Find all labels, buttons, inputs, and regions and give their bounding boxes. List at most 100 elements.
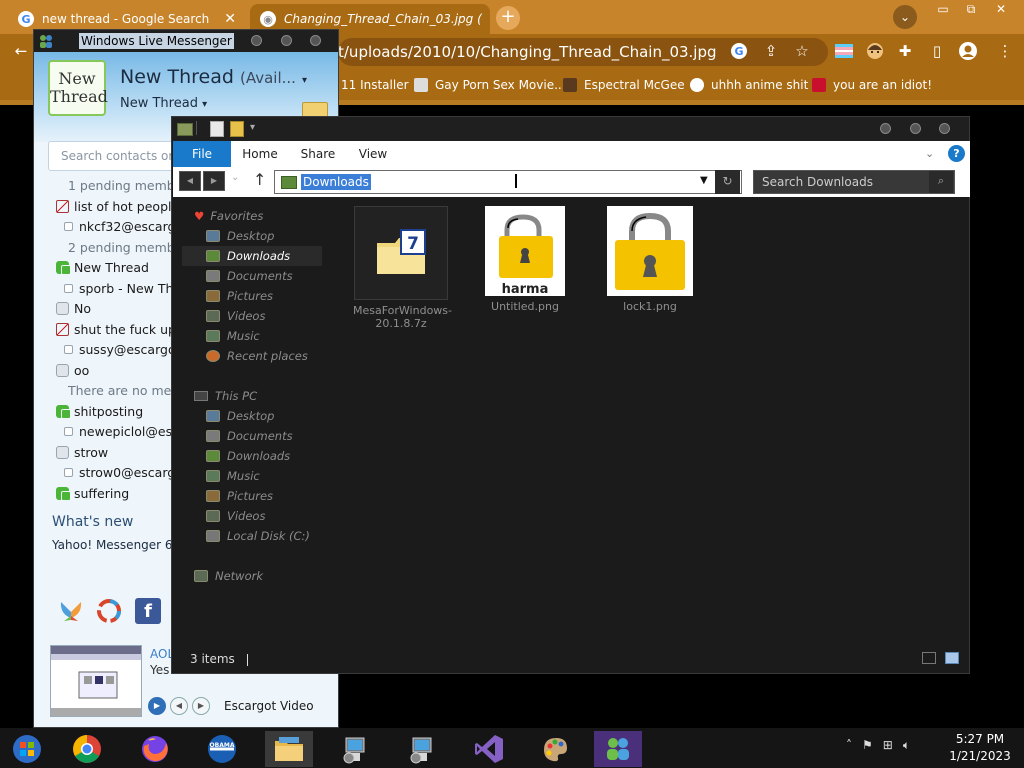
close-tab-icon[interactable]: ✕ [214, 11, 236, 27]
nav-item-videos[interactable]: Videos [206, 306, 265, 326]
installer2-icon[interactable] [398, 731, 446, 767]
back-button[interactable]: ◀ [179, 171, 201, 191]
next-icon[interactable]: ▶ [192, 697, 210, 715]
previous-icon[interactable]: ◀ [170, 697, 188, 715]
close-tab-icon[interactable]: ✕ [482, 11, 490, 27]
maximize-button[interactable] [910, 123, 921, 134]
extensions-puzzle-icon[interactable]: ✚ [894, 40, 916, 62]
up-button[interactable]: ↑ [253, 170, 266, 189]
refresh-button[interactable]: ↻ [715, 170, 740, 194]
file-item-lock1[interactable]: lock1.png [602, 206, 698, 313]
bookmark-anime[interactable]: uhhh anime shit [690, 76, 808, 94]
clock[interactable]: 5:27 PM 1/21/2023 [936, 731, 1024, 765]
msn-butterfly-icon[interactable] [58, 598, 84, 624]
recent-locations-icon[interactable]: ⌄ [231, 172, 239, 183]
tab-file[interactable]: File [173, 141, 231, 167]
nav-item-desktop[interactable]: Desktop [206, 226, 274, 246]
messenger-taskbar-icon[interactable] [594, 731, 642, 767]
messenger-titlebar[interactable]: Windows Live Messenger [34, 30, 338, 52]
start-icon[interactable] [3, 731, 51, 767]
bookmark-movie[interactable]: Gay Porn Sex Movie... [414, 76, 566, 94]
visual-studio-icon[interactable] [465, 731, 513, 767]
address-input[interactable]: Downloads ▼ ↻ [274, 170, 742, 194]
explorer-titlebar[interactable]: ▾ [172, 117, 969, 141]
nav-network[interactable]: Network [194, 566, 263, 586]
show-hidden-icons-icon[interactable]: ˄ [846, 738, 852, 753]
bookmark-label: 11 Installer [341, 78, 409, 92]
large-icons-view-icon[interactable] [945, 652, 959, 664]
tab-search-button[interactable]: ⌄ [893, 5, 917, 29]
nav-item-recent-places[interactable]: Recent places [206, 346, 308, 366]
explorer-icon[interactable] [265, 731, 313, 767]
help-icon[interactable]: ? [948, 145, 965, 162]
close-button[interactable] [310, 35, 321, 46]
chrome-icon[interactable] [63, 731, 111, 767]
customize-toolbar-icon[interactable]: ▾ [250, 122, 255, 133]
escargot-icon[interactable] [96, 598, 122, 624]
facebook-icon[interactable]: f [135, 598, 161, 624]
network-icon[interactable]: ⊞ [883, 738, 893, 753]
close-button[interactable] [939, 123, 950, 134]
minimize-button[interactable] [251, 35, 262, 46]
side-panel-icon[interactable]: ▯ [926, 40, 948, 62]
play-icon[interactable]: ▶ [148, 697, 166, 715]
search-input[interactable]: Search Downloads [753, 170, 955, 194]
bookmark-espectral[interactable]: Espectral McGee [563, 76, 685, 94]
nav-item-documents[interactable]: Documents [206, 426, 293, 446]
nav-item-downloads[interactable]: Downloads [206, 446, 290, 466]
properties-icon[interactable] [210, 121, 224, 137]
face-extension-icon[interactable] [864, 40, 886, 62]
paint-icon[interactable] [531, 731, 579, 767]
bookmark-idiot[interactable]: you are an idiot! [812, 76, 932, 94]
tab-home[interactable]: Home [237, 141, 283, 167]
firefox-icon[interactable] [131, 731, 179, 767]
aol-thumbnail[interactable] [50, 645, 142, 717]
flag-icon[interactable]: ⚑ [862, 738, 873, 753]
file-item-untitled[interactable]: harma Untitled.png [477, 206, 573, 313]
avatar[interactable]: New Thread [48, 60, 108, 116]
video-label[interactable]: Escargot Video [224, 699, 314, 713]
bookmark-installer[interactable]: 11 Installer [341, 76, 409, 94]
details-view-icon[interactable] [922, 652, 936, 664]
nav-item-music[interactable]: Music [206, 466, 260, 486]
contact-label: No [74, 301, 91, 316]
nav-item-videos[interactable]: Videos [206, 506, 265, 526]
nav-item-pictures[interactable]: Pictures [206, 286, 273, 306]
minimize-button[interactable]: ▭ [928, 0, 958, 18]
close-button[interactable]: ✕ [986, 0, 1016, 18]
address-dropdown-icon[interactable]: ▼ [700, 175, 708, 186]
forward-button[interactable]: ▶ [203, 171, 225, 191]
tab-share[interactable]: Share [293, 141, 343, 167]
display-name[interactable]: New Thread (Avail... ▾ [120, 66, 307, 88]
personal-message[interactable]: New Thread ▾ [120, 96, 207, 111]
menu-kebab-icon[interactable]: ⋮ [994, 40, 1016, 62]
new-folder-icon[interactable] [230, 121, 244, 137]
nav-item-documents[interactable]: Documents [206, 266, 293, 286]
nav-item-local-disk-c[interactable]: Local Disk (C:) [206, 526, 310, 546]
restore-button[interactable]: ⧉ [956, 0, 986, 18]
nav-item-desktop[interactable]: Desktop [206, 406, 274, 426]
installer-icon[interactable] [331, 731, 379, 767]
pride-flag-extension-icon[interactable] [833, 40, 855, 62]
opera-icon[interactable]: OBAMA [198, 731, 246, 767]
address-bar[interactable]: t/uploads/2010/10/Changing_Thread_Chain_… [338, 38, 828, 66]
nav-item-music[interactable]: Music [206, 326, 260, 346]
new-tab-button[interactable]: + [496, 6, 520, 30]
nav-favorites[interactable]: ♥ Favorites [194, 206, 263, 226]
expand-ribbon-icon[interactable]: ⌄ [925, 147, 934, 160]
file-item-mesa[interactable]: 7 MesaForWindows-20.1.8.7z [353, 206, 452, 330]
google-lens-icon[interactable]: G [728, 40, 750, 62]
maximize-button[interactable] [281, 35, 292, 46]
volume-icon[interactable]: 🔈︎ [903, 738, 910, 753]
profile-icon[interactable] [957, 40, 979, 62]
search-icon[interactable]: ⌕ [929, 171, 953, 193]
nav-this-pc[interactable]: This PC [194, 386, 257, 406]
bookmark-star-icon[interactable]: ☆ [791, 40, 813, 62]
share-icon[interactable]: ⇪ [760, 40, 782, 62]
back-icon[interactable]: ← [10, 40, 32, 62]
nav-item-downloads[interactable]: Downloads [206, 246, 290, 266]
minimize-button[interactable] [880, 123, 891, 134]
tab-view[interactable]: View [351, 141, 395, 167]
nav-item-pictures[interactable]: Pictures [206, 486, 273, 506]
documents-icon [206, 430, 220, 442]
